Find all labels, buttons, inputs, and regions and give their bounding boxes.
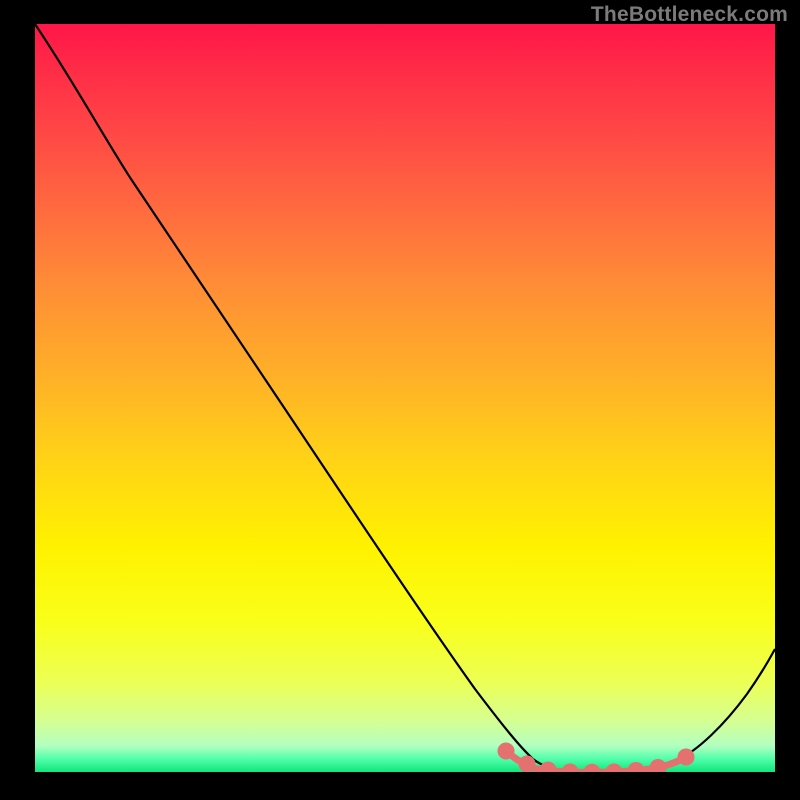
chart-stage: TheBottleneck.com — [0, 0, 800, 800]
main-curve — [35, 24, 775, 772]
curve-layer — [35, 24, 775, 772]
highlight-dots — [501, 746, 691, 772]
plot-area — [35, 24, 775, 772]
